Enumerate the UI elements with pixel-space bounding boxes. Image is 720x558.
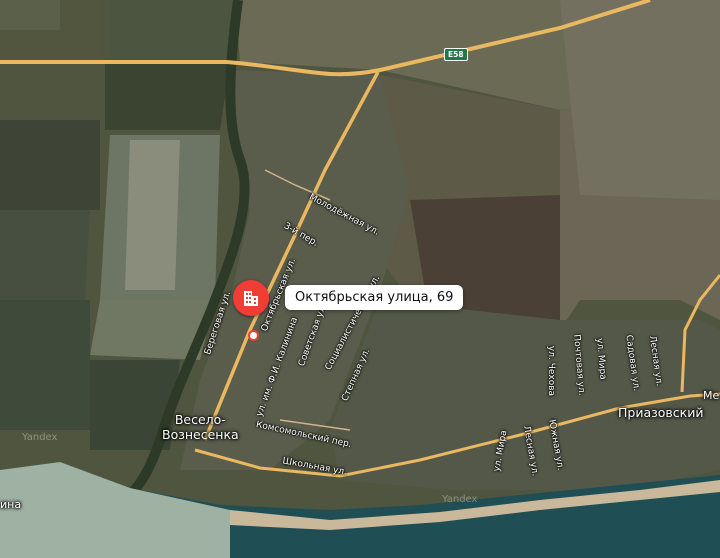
address-callout[interactable]: Октябрьская улица, 69 xyxy=(285,285,464,310)
building-icon xyxy=(244,291,258,306)
satellite-map[interactable]: Yandex Yandex E58 Молодёжная ул. 3-й пер… xyxy=(0,0,720,558)
settlement-label-priazovsky: Приазовский xyxy=(618,405,704,420)
place-marker[interactable] xyxy=(233,280,269,316)
map-imagery xyxy=(0,0,720,558)
place-pin-dot xyxy=(248,330,259,341)
yandex-watermark-left: Yandex xyxy=(22,432,58,443)
highway-shield-e58: E58 xyxy=(444,48,468,61)
settlement-label-right-edge: Ме xyxy=(703,389,720,402)
settlement-label-vesyolo-voznesenka: Весело- Вознесенка xyxy=(162,412,239,442)
street-label-chekhova: ул. Чехова xyxy=(546,345,557,397)
yandex-watermark-bottom: Yandex xyxy=(442,494,478,505)
settlement-label-left-edge: ина xyxy=(0,498,22,511)
